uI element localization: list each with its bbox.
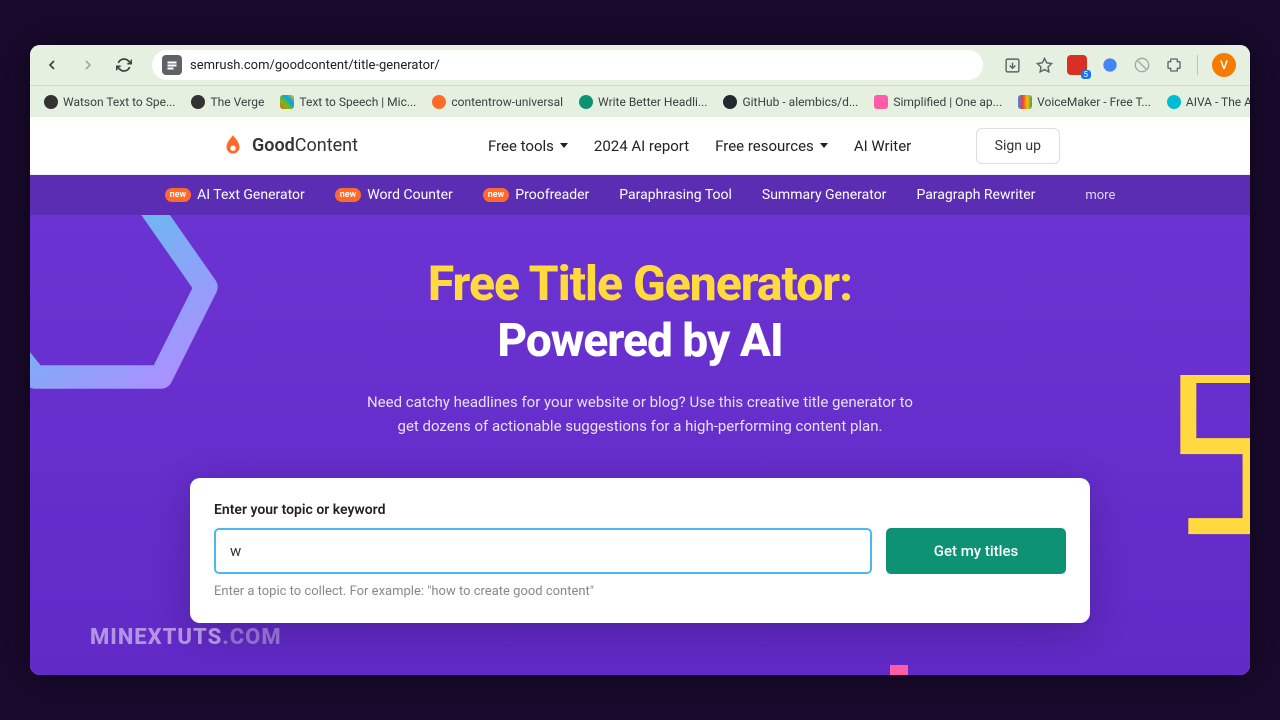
bookmark-item[interactable]: Watson Text to Spe... [38, 92, 181, 112]
nav-ai-report[interactable]: 2024 AI report [594, 137, 689, 155]
disabled-icon[interactable] [1133, 56, 1151, 74]
chevron-down-icon [560, 143, 568, 148]
nav-ai-writer[interactable]: AI Writer [854, 137, 911, 155]
bookmark-item[interactable]: VoiceMaker - Free T... [1012, 92, 1157, 112]
topic-input[interactable] [214, 528, 872, 574]
address-bar[interactable]: semrush.com/goodcontent/title-generator/ [152, 50, 983, 80]
tool-word-counter[interactable]: newWord Counter [335, 187, 453, 203]
decorative-bracket [1175, 375, 1250, 535]
bookmark-item[interactable]: Text to Speech | Mic... [274, 92, 422, 112]
bookmarks-bar: Watson Text to Spe... The Verge Text to … [30, 85, 1250, 117]
nav-free-resources[interactable]: Free resources [715, 137, 828, 155]
tool-proofreader[interactable]: newProofreader [483, 187, 590, 203]
extensions-icon[interactable] [1165, 56, 1183, 74]
url-text: semrush.com/goodcontent/title-generator/ [190, 58, 440, 73]
bookmark-item[interactable]: Simplified | One ap... [868, 92, 1008, 112]
bookmark-item[interactable]: GitHub - alembics/d... [717, 92, 864, 112]
site-header: GoodContent Free tools 2024 AI report Fr… [30, 117, 1250, 175]
chevron-down-icon [820, 143, 828, 148]
bookmark-item[interactable]: AIVA - The AI comp... [1161, 92, 1250, 112]
tool-text-generator[interactable]: newAI Text Generator [165, 187, 305, 203]
get-titles-button[interactable]: Get my titles [886, 528, 1066, 574]
extension-badge[interactable]: 5 [1067, 55, 1087, 75]
tool-paragraph-rewriter[interactable]: Paragraph Rewriter [916, 187, 1035, 203]
profile-avatar[interactable]: V [1212, 53, 1236, 77]
tool-paraphrasing[interactable]: Paraphrasing Tool [619, 187, 732, 203]
tool-summary[interactable]: Summary Generator [762, 187, 887, 203]
bookmark-star-icon[interactable] [1035, 56, 1053, 74]
globe-icon[interactable] [1101, 56, 1119, 74]
flame-icon [220, 133, 246, 159]
nav-free-tools[interactable]: Free tools [488, 137, 568, 155]
tools-subnav: newAI Text Generator newWord Counter new… [30, 175, 1250, 215]
tools-more[interactable]: more [1085, 188, 1115, 203]
bookmark-item[interactable]: The Verge [185, 92, 270, 112]
hero-section: Free Title Generator: Powered by AI Need… [30, 215, 1250, 675]
watermark: MINEXTUTS.COM [90, 625, 282, 650]
site-info-icon[interactable] [162, 55, 182, 75]
input-label: Enter your topic or keyword [214, 502, 1066, 518]
back-button[interactable] [38, 51, 66, 79]
signup-button[interactable]: Sign up [976, 128, 1060, 164]
hero-description: Need catchy headlines for your website o… [360, 390, 920, 438]
bookmark-item[interactable]: Write Better Headli... [573, 92, 713, 112]
decorative-bar [890, 665, 908, 675]
input-card: Enter your topic or keyword Get my title… [190, 478, 1090, 623]
browser-toolbar: semrush.com/goodcontent/title-generator/… [30, 45, 1250, 85]
install-icon[interactable] [1003, 56, 1021, 74]
logo[interactable]: GoodContent [220, 133, 358, 159]
reload-button[interactable] [110, 51, 138, 79]
bookmark-item[interactable]: contentrow-universal [426, 92, 569, 112]
decorative-hexagon [30, 215, 240, 395]
forward-button[interactable] [74, 51, 102, 79]
input-hint: Enter a topic to collect. For example: "… [214, 584, 1066, 599]
